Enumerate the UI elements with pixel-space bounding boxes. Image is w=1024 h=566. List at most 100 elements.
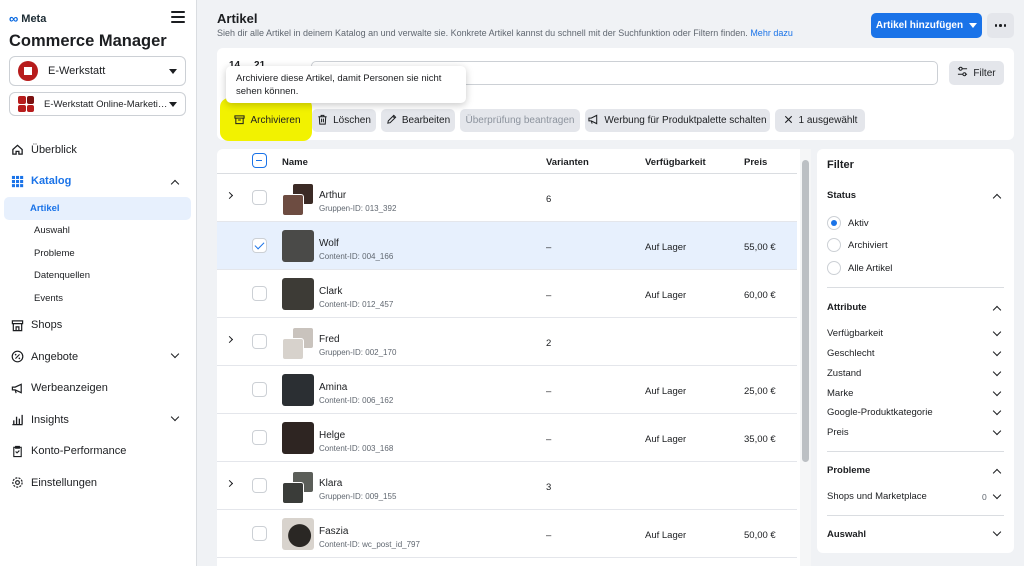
filter-attribute-condition[interactable]: Zustand	[827, 368, 861, 379]
product-name[interactable]: Klara	[319, 478, 342, 489]
more-options-button[interactable]	[987, 13, 1014, 38]
sidebar-subitem-articles[interactable]: Artikel	[4, 197, 191, 220]
sidebar-item-insights[interactable]: Insights	[0, 404, 196, 436]
learn-more-link[interactable]: Mehr dazu	[750, 28, 793, 38]
product-id: Content-ID: 003_168	[319, 444, 394, 453]
table-row[interactable]: Faszia Content-ID: wc_post_id_797 – Auf …	[217, 510, 797, 558]
product-id: Gruppen-ID: 002_170	[319, 348, 397, 357]
sidebar-subitem-problems[interactable]: Probleme	[4, 242, 191, 265]
chevron-down-icon[interactable]	[992, 426, 1002, 436]
product-name[interactable]: Faszia	[319, 526, 348, 537]
sidebar-item-settings[interactable]: Einstellungen	[0, 467, 196, 499]
sidebar-subitem-selection[interactable]: Auswahl	[4, 220, 191, 243]
row-checkbox[interactable]	[252, 334, 267, 349]
availability-cell: Auf Lager	[645, 290, 687, 301]
clear-selection-button[interactable]: 1 ausgewählt	[775, 109, 865, 132]
radio-status-all[interactable]	[827, 261, 841, 275]
account-selector-label: E-Werkstatt Online-Marketing...	[44, 98, 169, 110]
chevron-down-icon[interactable]	[992, 527, 1002, 537]
sidebar-nav: Überblick Katalog Artikel Auswahl Proble…	[0, 134, 196, 499]
delete-button[interactable]: Löschen	[312, 109, 376, 132]
request-review-button[interactable]: Überprüfung beantragen	[460, 109, 580, 132]
column-header-name[interactable]: Name	[282, 157, 308, 168]
row-checkbox[interactable]	[252, 286, 267, 301]
row-checkbox[interactable]	[252, 238, 267, 253]
chevron-up-icon[interactable]	[992, 192, 1002, 203]
sidebar-item-account-performance[interactable]: Konto-Performance	[0, 436, 196, 468]
product-id: Gruppen-ID: 009_155	[319, 492, 397, 501]
account-selector[interactable]: E-Werkstatt Online-Marketing...	[9, 92, 186, 116]
filter-section-problems[interactable]: Probleme	[827, 465, 870, 476]
megaphone-icon	[588, 114, 599, 128]
table-scrollbar-thumb[interactable]	[802, 160, 809, 462]
chevron-down-icon[interactable]	[992, 406, 1002, 416]
sidebar-item-overview[interactable]: Überblick	[0, 134, 196, 166]
product-thumbnail	[282, 278, 314, 310]
column-header-variants[interactable]: Varianten	[546, 157, 589, 168]
clipboard-icon	[10, 444, 24, 458]
chevron-down-icon[interactable]	[992, 367, 1002, 377]
table-row[interactable]: Amina Content-ID: 006_162 – Auf Lager 25…	[217, 366, 797, 414]
chevron-down-icon[interactable]	[992, 327, 1002, 337]
chevron-right-icon[interactable]	[225, 479, 234, 488]
row-checkbox[interactable]	[252, 478, 267, 493]
chevron-right-icon[interactable]	[225, 335, 234, 344]
filter-attribute-gender[interactable]: Geschlecht	[827, 348, 875, 359]
select-all-checkbox[interactable]	[252, 153, 267, 168]
table-row[interactable]: Helge Content-ID: 003_168 – Auf Lager 35…	[217, 414, 797, 462]
chevron-down-icon[interactable]	[992, 347, 1002, 357]
filter-section-attributes[interactable]: Attribute	[827, 302, 867, 313]
product-thumbnail	[282, 518, 314, 550]
table-row[interactable]: Clark Content-ID: 012_457 – Auf Lager 60…	[217, 270, 797, 318]
sidebar-item-catalog[interactable]: Katalog	[0, 166, 196, 198]
product-name[interactable]: Amina	[319, 382, 347, 393]
filter-button[interactable]: Filter	[949, 61, 1004, 85]
filter-panel-title: Filter	[827, 159, 854, 171]
filter-attribute-price[interactable]: Preis	[827, 427, 849, 438]
column-header-availability[interactable]: Verfügbarkeit	[645, 157, 706, 168]
column-header-price[interactable]: Preis	[744, 157, 767, 168]
chevron-up-icon[interactable]	[992, 467, 1002, 478]
hamburger-menu-icon[interactable]	[171, 11, 185, 23]
filter-problems-shops-marketplace[interactable]: Shops und Marketplace	[827, 491, 927, 502]
filter-attribute-brand[interactable]: Marke	[827, 388, 853, 399]
product-name[interactable]: Arthur	[319, 190, 346, 201]
filter-section-status[interactable]: Status	[827, 190, 856, 201]
edit-button[interactable]: Bearbeiten	[381, 109, 455, 132]
product-name[interactable]: Wolf	[319, 238, 339, 249]
product-name[interactable]: Fred	[319, 334, 340, 345]
radio-status-archived[interactable]	[827, 238, 841, 252]
shop-selector[interactable]: E-Werkstatt	[9, 56, 186, 86]
archive-button[interactable]: Archivieren	[228, 109, 307, 132]
product-name[interactable]: Clark	[319, 286, 342, 297]
row-checkbox[interactable]	[252, 430, 267, 445]
chevron-down-icon[interactable]	[992, 490, 1002, 500]
table-row[interactable]: Klara Gruppen-ID: 009_155 3	[217, 462, 797, 510]
gear-icon	[10, 476, 24, 490]
sidebar-item-label: Katalog	[31, 175, 72, 188]
add-article-button[interactable]: Artikel hinzufügen	[871, 13, 982, 38]
table-row[interactable]: Fred Gruppen-ID: 002_170 2	[217, 318, 797, 366]
promote-product-set-button[interactable]: Werbung für Produktpalette schalten	[585, 109, 770, 132]
row-checkbox[interactable]	[252, 526, 267, 541]
filter-section-selection[interactable]: Auswahl	[827, 529, 866, 540]
product-name[interactable]: Helge	[319, 430, 345, 441]
row-checkbox[interactable]	[252, 190, 267, 205]
filter-divider	[827, 287, 1004, 288]
sidebar-subitem-events[interactable]: Events	[4, 287, 191, 310]
row-checkbox[interactable]	[252, 382, 267, 397]
radio-status-active[interactable]	[827, 216, 841, 230]
sidebar-item-offers[interactable]: Angebote	[0, 341, 196, 373]
table-row[interactable]: Arthur Gruppen-ID: 013_392 6	[217, 174, 797, 222]
filter-attribute-google-category[interactable]: Google-Produktkategorie	[827, 407, 933, 418]
filter-attribute-availability[interactable]: Verfügbarkeit	[827, 328, 883, 339]
sidebar: ∞ Meta Commerce Manager E-Werkstatt E-We…	[0, 0, 197, 566]
sidebar-item-shops[interactable]: Shops	[0, 310, 196, 342]
chevron-right-icon[interactable]	[225, 191, 234, 200]
chevron-down-icon[interactable]	[992, 387, 1002, 397]
meta-logo[interactable]: ∞ Meta	[9, 11, 46, 26]
sidebar-item-ads[interactable]: Werbeanzeigen	[0, 373, 196, 405]
table-row[interactable]: Wolf Content-ID: 004_166 – Auf Lager 55,…	[217, 222, 797, 270]
chevron-up-icon[interactable]	[992, 304, 1002, 315]
sidebar-subitem-data-sources[interactable]: Datenquellen	[4, 265, 191, 288]
